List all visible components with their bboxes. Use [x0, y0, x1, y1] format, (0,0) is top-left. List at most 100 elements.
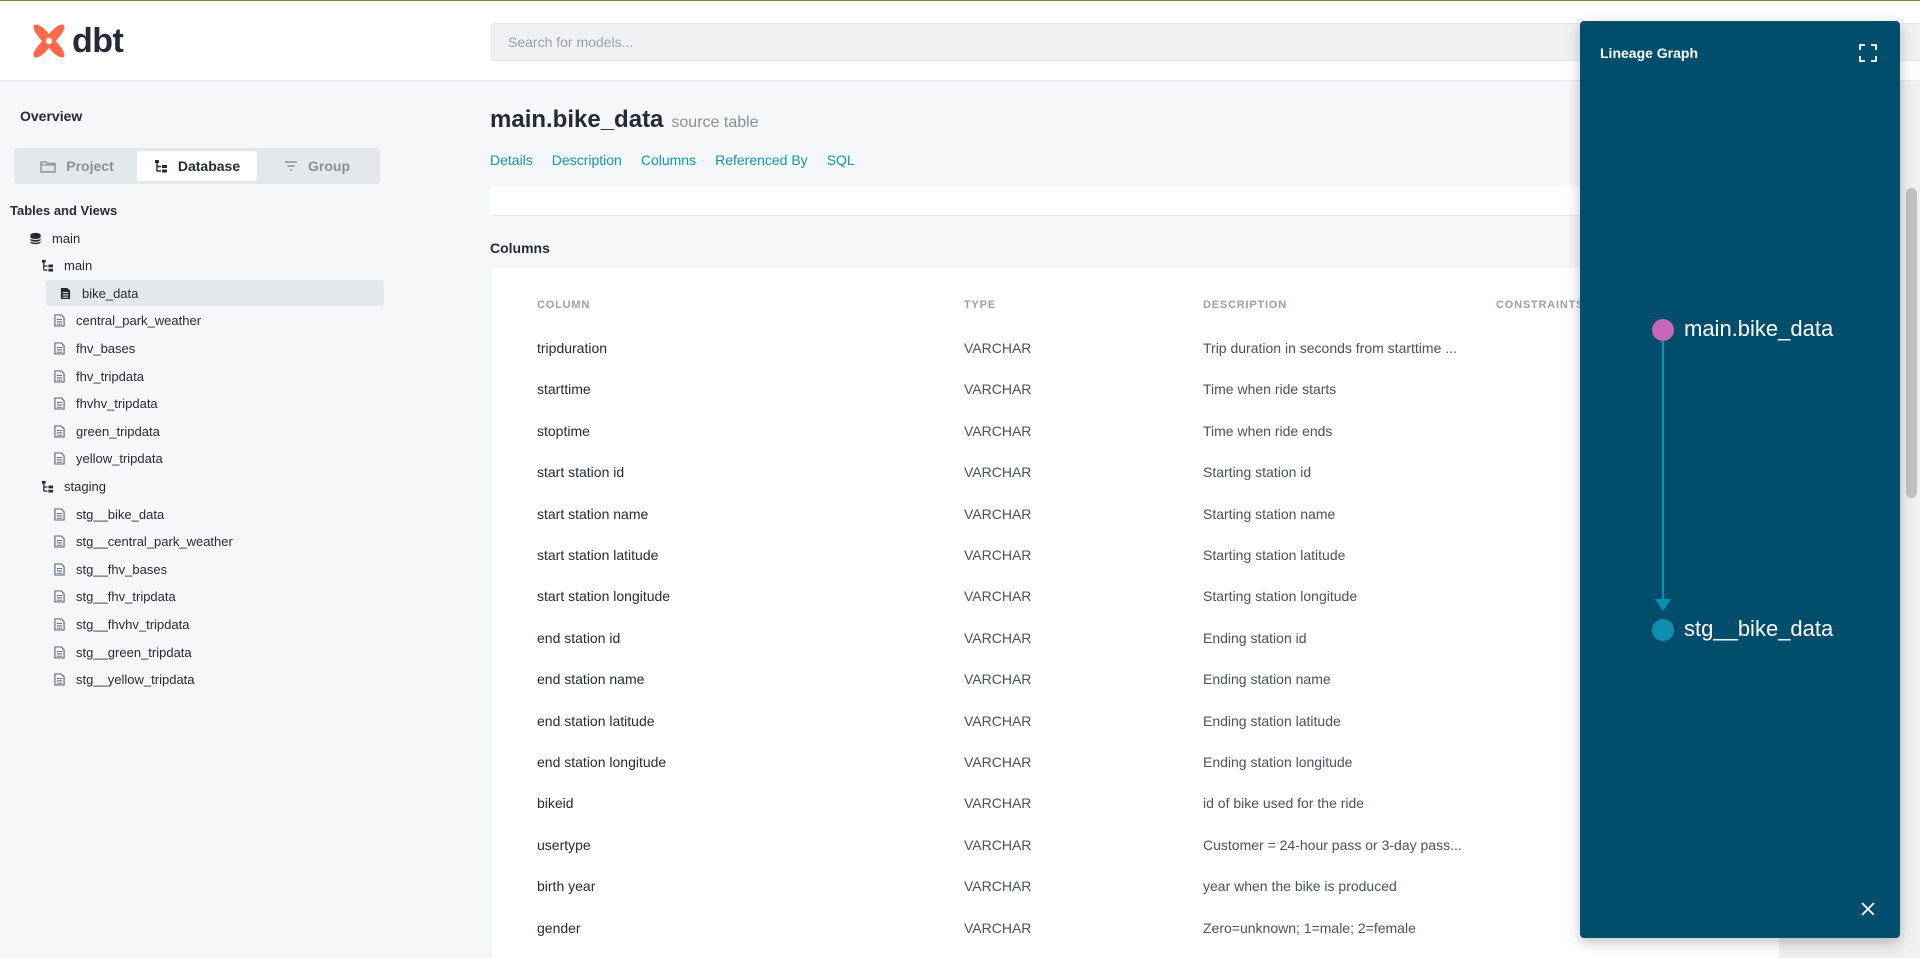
column-type-cell: VARCHAR [964, 547, 1032, 563]
column-name-cell: start station id [537, 464, 625, 481]
column-description-cell: Customer = 24-hour pass or 3-day pass... [1203, 836, 1462, 853]
column-name-cell: gender [537, 919, 581, 936]
dbt-logo-icon [33, 24, 65, 58]
lineage-node-source-label[interactable]: main.bike_data [1684, 316, 1833, 342]
tree-item-central-park-weather[interactable]: central_park_weather [52, 308, 201, 334]
tree-item-label: fhv_tripdata [76, 368, 144, 384]
tree-item-stg-yellow-tripdata[interactable]: stg__yellow_tripdata [52, 667, 195, 693]
column-description-cell: Time when ride starts [1203, 381, 1337, 398]
tree-item-stg-bike-data[interactable]: stg__bike_data [52, 501, 164, 527]
column-name-cell: start station name [537, 505, 649, 522]
column-name-cell: tripduration [537, 340, 608, 356]
filter-icon [285, 161, 297, 171]
file-icon [52, 673, 66, 687]
database-icon [28, 231, 42, 245]
page-subtitle: source table [671, 114, 759, 131]
lineage-node-source-dot[interactable] [1652, 319, 1674, 341]
tab-project-label: Project [66, 158, 114, 174]
schema-icon [40, 479, 54, 493]
tree-item-green-tripdata[interactable]: green_tripdata [52, 418, 160, 444]
column-header-constraints: CONSTRAINTS [1496, 299, 1585, 311]
file-icon [52, 535, 66, 549]
column-type-cell: VARCHAR [964, 340, 1032, 356]
tree-item-main[interactable]: main [28, 225, 80, 251]
tree-item-label: fhvhv_tripdata [76, 396, 158, 412]
column-type-cell: VARCHAR [964, 505, 1032, 522]
column-name-cell: end station name [537, 671, 645, 688]
page-header: main.bike_data source table [490, 106, 759, 134]
column-description-cell: Ending station longitude [1203, 754, 1353, 770]
column-description-cell: Ending station latitude [1203, 712, 1341, 729]
tab-database[interactable]: Database [137, 151, 257, 181]
tree-item-bike-data[interactable]: bike_data [46, 280, 384, 307]
column-name-cell: bikeid [537, 795, 574, 812]
tree-item-fhv-bases[interactable]: fhv_bases [52, 335, 135, 361]
column-type-cell: VARCHAR [964, 712, 1032, 729]
lineage-edge-arrow [1655, 599, 1671, 611]
column-type-cell: VARCHAR [964, 671, 1032, 688]
tab-details[interactable]: Details [490, 152, 533, 168]
column-description-cell: Trip duration in seconds from starttime … [1203, 340, 1457, 356]
tree-item-label: stg__central_park_weather [76, 534, 233, 550]
column-name-cell: end station longitude [537, 754, 667, 770]
file-icon [52, 562, 66, 576]
column-description-cell: Starting station latitude [1203, 547, 1346, 563]
column-description-cell: Starting station longitude [1203, 588, 1358, 605]
tab-columns[interactable]: Columns [641, 152, 696, 168]
tree-item-main[interactable]: main [40, 253, 92, 279]
column-type-cell: VARCHAR [964, 588, 1032, 605]
lineage-node-target-label[interactable]: stg__bike_data [1684, 616, 1833, 642]
column-name-cell: starttime [537, 381, 591, 398]
tab-sql[interactable]: SQL [827, 152, 855, 168]
tab-project[interactable]: Project [17, 151, 137, 181]
close-icon[interactable] [1858, 899, 1878, 919]
tree-item-stg-green-tripdata[interactable]: stg__green_tripdata [52, 639, 192, 665]
tree-item-label: main [52, 230, 81, 246]
tree-item-stg-central-park-weather[interactable]: stg__central_park_weather [52, 529, 233, 555]
column-type-cell: VARCHAR [964, 629, 1032, 646]
column-name-cell: start station longitude [537, 588, 671, 605]
tree-item-stg-fhvhv-tripdata[interactable]: stg__fhvhv_tripdata [52, 611, 189, 637]
tree-icon [154, 160, 167, 173]
file-icon [52, 452, 66, 466]
file-icon [52, 590, 66, 604]
tree-item-label: fhv_bases [76, 340, 136, 356]
column-type-cell: VARCHAR [964, 795, 1032, 812]
column-name-cell: end station id [537, 629, 621, 646]
lineage-graph-title: Lineage Graph [1600, 45, 1699, 61]
tree-item-label: central_park_weather [76, 313, 202, 329]
file-icon [52, 369, 66, 383]
tree-item-fhv-tripdata[interactable]: fhv_tripdata [52, 363, 144, 389]
schema-icon [40, 259, 54, 273]
tree-item-yellow-tripdata[interactable]: yellow_tripdata [52, 446, 163, 472]
column-type-cell: VARCHAR [964, 754, 1032, 770]
file-icon [52, 617, 66, 631]
tab-referenced-by[interactable]: Referenced By [715, 152, 808, 168]
tables-and-views-heading: Tables and Views [10, 203, 118, 218]
tab-group-label: Group [308, 158, 350, 174]
column-header-description: DESCRIPTION [1203, 299, 1287, 311]
tree-item-label: bike_data [82, 285, 139, 301]
tree-item-stg-fhv-bases[interactable]: stg__fhv_bases [52, 556, 167, 582]
dbt-logo[interactable]: dbt [30, 21, 124, 60]
column-description-cell: id of bike used for the ride [1203, 795, 1365, 812]
tree-item-stg-fhv-tripdata[interactable]: stg__fhv_tripdata [52, 584, 176, 610]
file-icon [58, 286, 72, 300]
tree-item-fhvhv-tripdata[interactable]: fhvhv_tripdata [52, 391, 158, 417]
section-tabs: Details Description Columns Referenced B… [490, 152, 874, 168]
file-icon [52, 314, 66, 328]
tree-item-staging[interactable]: staging [40, 473, 106, 499]
lineage-node-target-dot[interactable] [1652, 619, 1674, 641]
overview-link[interactable]: Overview [20, 108, 82, 124]
expand-icon[interactable] [1858, 43, 1878, 63]
scrollbar-thumb[interactable] [1906, 188, 1917, 498]
logo-text: dbt [72, 21, 124, 60]
tab-description[interactable]: Description [552, 152, 622, 168]
column-type-cell: VARCHAR [964, 464, 1032, 481]
file-icon [52, 645, 66, 659]
tree-item-label: stg__yellow_tripdata [76, 672, 195, 688]
column-type-cell: VARCHAR [964, 422, 1032, 439]
tab-group[interactable]: Group [257, 151, 377, 181]
column-name-cell: usertype [537, 836, 591, 853]
tree-item-label: stg__bike_data [76, 506, 165, 522]
